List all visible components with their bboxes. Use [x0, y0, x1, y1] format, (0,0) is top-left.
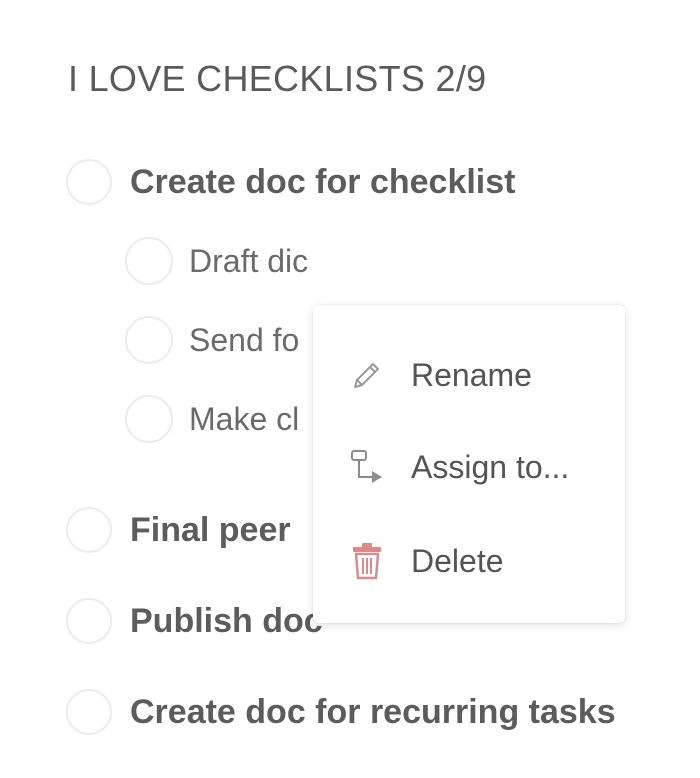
context-menu: Rename Assign to... Delete [313, 305, 625, 623]
checklist-subitem[interactable]: Draft dic [125, 237, 308, 285]
checklist-subitem[interactable]: Make cl [125, 395, 299, 443]
checklist-item[interactable]: Final peer [66, 507, 291, 553]
item-checkbox[interactable] [66, 507, 112, 553]
subitem-checkbox[interactable] [125, 316, 173, 364]
item-checkbox[interactable] [66, 689, 112, 735]
menu-item-label: Assign to... [411, 448, 570, 485]
subitem-checkbox[interactable] [125, 237, 173, 285]
subitem-label: Make cl [189, 400, 300, 437]
checklist-item[interactable]: Create doc for checklist [66, 159, 515, 205]
checklist-title: I LOVE CHECKLISTS 2/9 [68, 58, 487, 99]
menu-item-label: Rename [411, 356, 532, 393]
pencil-icon [347, 355, 387, 395]
menu-item-assign[interactable]: Assign to... [313, 435, 625, 499]
item-label: Final peer [130, 510, 291, 549]
trash-icon [347, 541, 387, 581]
assign-icon [347, 447, 387, 487]
item-label: Create doc for checklist [130, 162, 516, 201]
item-label: Create doc for recurring tasks [130, 692, 616, 731]
menu-item-label: Delete [411, 542, 504, 579]
subitem-label: Draft dic [189, 242, 309, 279]
checklist-item[interactable]: Create doc for recurring tasks [66, 689, 616, 735]
item-label: Publish doc [130, 601, 323, 640]
subitem-label: Send fo [189, 321, 300, 358]
checklist-subitem[interactable]: Send fo [125, 316, 299, 364]
checklist-item[interactable]: Publish doc [66, 598, 323, 644]
item-checkbox[interactable] [66, 159, 112, 205]
menu-item-rename[interactable]: Rename [313, 343, 625, 407]
menu-item-delete[interactable]: Delete [313, 529, 625, 593]
item-checkbox[interactable] [66, 598, 112, 644]
subitem-checkbox[interactable] [125, 395, 173, 443]
